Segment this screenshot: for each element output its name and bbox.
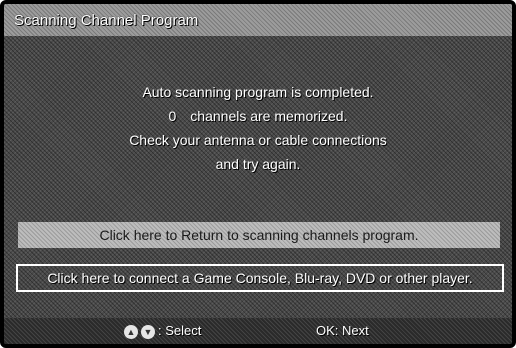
select-hint: ▲ ▼: Select <box>124 323 201 339</box>
scanning-dialog: Scanning Channel Program Auto scanning p… <box>0 0 516 348</box>
footer-hint-bar: ▲ ▼: Select OK: Next <box>4 318 512 344</box>
message-line-retry: and try again. <box>215 156 301 172</box>
select-hint-label: : Select <box>158 323 202 338</box>
next-hint: OK: Next <box>316 323 369 338</box>
message-line-check: Check your antenna or cable connections <box>129 132 387 148</box>
return-to-scanning-button[interactable]: Click here to Return to scanning channel… <box>18 222 500 248</box>
channel-count: 0 <box>168 108 177 124</box>
channels-memorized-text: channels are memorized. <box>190 108 348 124</box>
title-bar: Scanning Channel Program <box>4 4 512 36</box>
down-arrow-icon: ▼ <box>141 324 155 339</box>
dialog-title: Scanning Channel Program <box>14 12 199 29</box>
scan-result-message: Auto scanning program is completed. 0 cha… <box>4 80 512 176</box>
up-arrow-icon: ▲ <box>124 324 138 339</box>
message-line-channels: 0 channels are memorized. <box>4 104 512 128</box>
message-line-completed: Auto scanning program is completed. <box>142 84 374 100</box>
connect-player-button[interactable]: Click here to connect a Game Console, Bl… <box>16 264 504 292</box>
